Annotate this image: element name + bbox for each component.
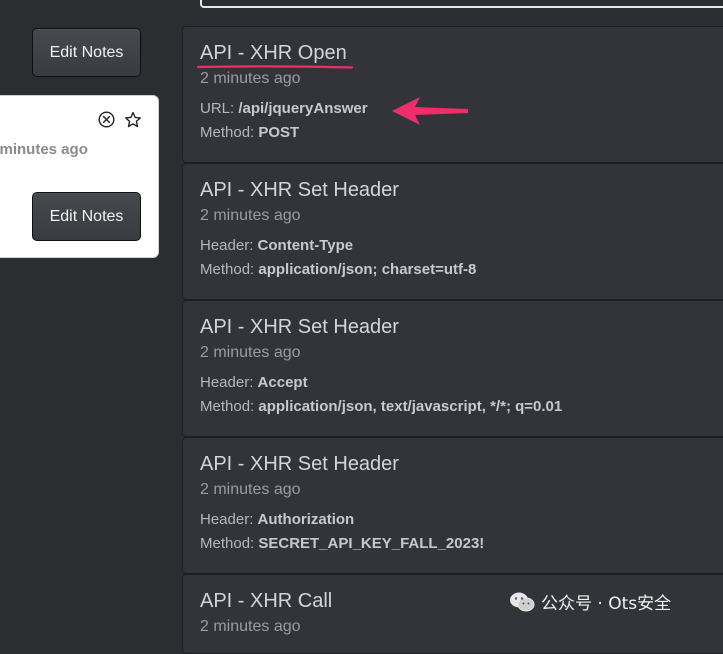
event-time: 2 minutes ago (200, 481, 301, 498)
event-title: API - XHR Set Header (200, 316, 399, 338)
event-header: Header: Accept (200, 374, 308, 391)
watermark-text: 公众号 · Ots安全 (541, 594, 672, 614)
event-time: 2 minutes ago (200, 70, 301, 87)
event-card: API - XHR Set Header 2 minutes ago Heade… (182, 163, 723, 300)
event-method: Method: SECRET_API_KEY_FALL_2023! (200, 535, 485, 552)
event-method: Method: application/json; charset=utf-8 (200, 261, 477, 278)
event-title: API - XHR Open (200, 42, 347, 64)
card-edit-notes-button[interactable]: Edit Notes (32, 192, 141, 241)
event-url: URL: /api/jqueryAnswer (200, 100, 368, 117)
event-time: 2 minutes ago (200, 207, 301, 224)
event-header: Header: Content-Type (200, 237, 354, 254)
event-title: API - XHR Call (200, 590, 333, 612)
close-circle-icon[interactable] (98, 111, 115, 128)
search-input[interactable] (200, 0, 723, 8)
edit-notes-button[interactable]: Edit Notes (32, 28, 141, 77)
event-time: 2 minutes ago (200, 344, 301, 361)
wechat-icon (509, 591, 535, 613)
event-method: Method: application/json, text/javascrip… (200, 398, 563, 415)
watermark: 公众号 · Ots安全 (509, 589, 671, 614)
highlight-arrow-icon (392, 97, 468, 125)
event-card: API - XHR Set Header 2 minutes ago Heade… (182, 437, 723, 574)
star-icon[interactable] (124, 111, 142, 129)
event-title: API - XHR Set Header (200, 453, 399, 475)
event-card: API - XHR Set Header 2 minutes ago Heade… (182, 300, 723, 437)
event-card: API - XHR Call 2 minutes ago (182, 574, 723, 654)
event-time: 2 minutes ago (200, 618, 301, 635)
left-panel: Edit Notes 2 minutes ago Edit Notes (0, 0, 173, 631)
event-title: API - XHR Set Header (200, 179, 399, 201)
event-header: Header: Authorization (200, 511, 355, 528)
highlight-underline (196, 65, 354, 69)
note-card-time: 2 minutes ago (0, 141, 88, 158)
event-method: Method: POST (200, 124, 300, 141)
